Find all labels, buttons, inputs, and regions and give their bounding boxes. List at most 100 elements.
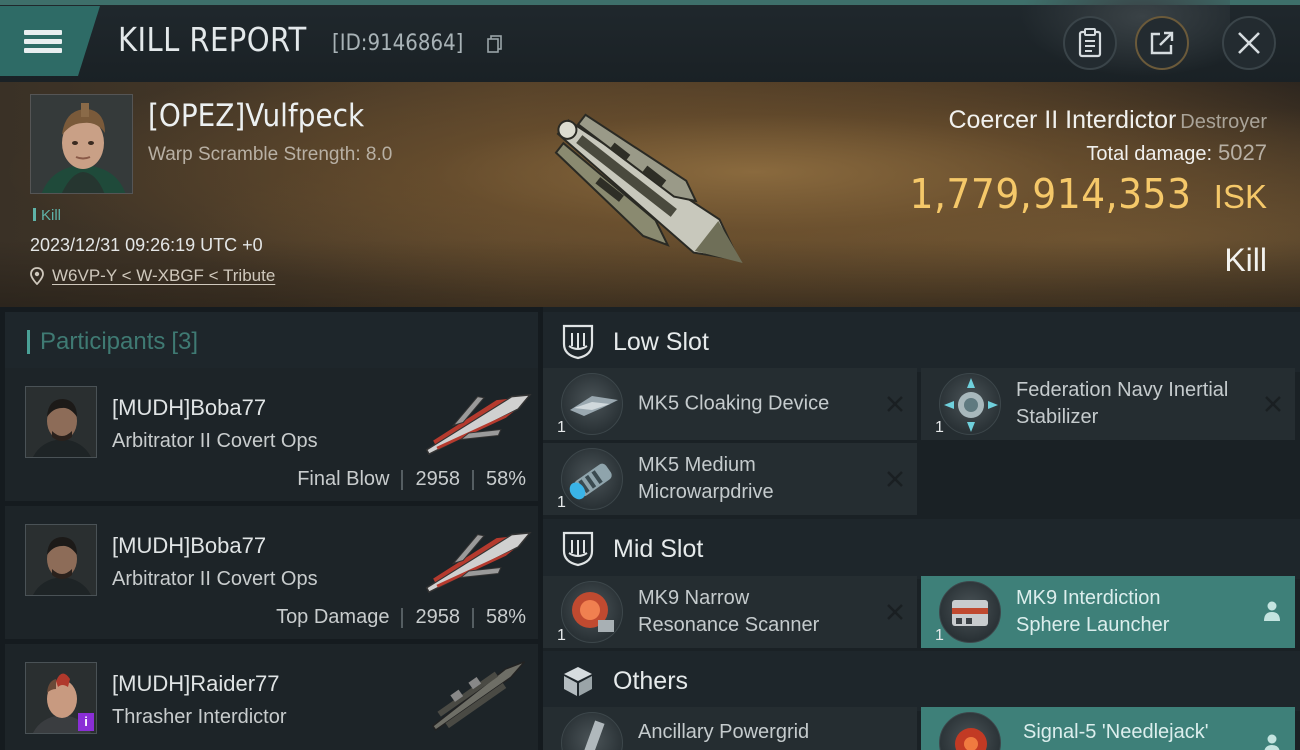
participant-role: Top Damage [276,606,390,628]
kill-tag: Kill [33,207,61,224]
outcome-label: Kill [1224,242,1267,278]
fitting-item[interactable]: 1 MK5 Cloaking Device [543,368,917,440]
participants-panel: Participants [3] [MUDH]Boba77 Arbitrator… [0,307,540,750]
item-quantity: 1 [557,494,566,511]
fitting-item[interactable]: 1 Federation Navy Inertial Stabilizer [921,368,1295,440]
fitting-item[interactable]: 1 MK5 Medium Microwarpdrive [543,443,917,515]
clipboard-icon [1078,28,1102,58]
clipboard-button[interactable] [1063,16,1117,70]
isk-value: 1,779,914,353 ISK [885,170,1267,218]
victim-ship-image[interactable] [520,88,770,298]
participant-damage: 2958 [415,468,460,490]
fitting-item[interactable]: 1 MK9 Narrow Resonance Scanner [543,576,917,648]
others-header: Others [543,651,1300,711]
ship-class: Destroyer [1180,111,1267,133]
item-name: MK5 Medium Microwarpdrive [638,454,774,503]
participants-label: Participants [40,328,166,355]
victim-portrait[interactable] [30,94,133,194]
x-icon[interactable] [1263,394,1283,414]
participant-damage: 2958 [415,606,460,628]
info-badge: i [78,713,94,731]
total-damage: Total damage: 5027 [1086,140,1267,166]
participant-role: Final Blow [297,468,390,490]
cube-icon [564,667,592,696]
share-icon [1150,31,1174,55]
header-bar: KILL REPORT [ID:9146864] [0,0,1300,82]
victim-name[interactable]: [OPEZ]Vulfpeck [148,98,364,134]
kill-location[interactable]: W6VP-Y < W-XBGF < Tribute [30,266,275,286]
participant-row[interactable]: [MUDH]Boba77 Arbitrator II Covert Ops Fi… [5,368,538,501]
powergrid-icon [561,712,623,750]
participants-header: Participants [3] [5,312,538,372]
x-icon[interactable] [885,469,905,489]
x-icon[interactable] [885,602,905,622]
item-name: Ancillary Powergrid [638,721,810,743]
item-name: MK9 Narrow Resonance Scanner [638,587,820,636]
total-damage-label: Total damage: [1086,143,1213,165]
others-label: Others [613,666,689,695]
avatar [25,386,97,458]
avatar [25,524,97,596]
microwarpdrive-icon [561,448,623,510]
copy-icon[interactable] [487,35,503,53]
participant-name[interactable]: [MUDH]Boba77 [112,533,266,559]
participant-row[interactable]: [MUDH]Boba77 Arbitrator II Covert Ops To… [5,506,538,639]
participant-ship-image[interactable] [415,516,538,606]
share-button[interactable] [1135,16,1189,70]
interdiction-launcher-icon [939,581,1001,643]
participant-percent: 58% [485,606,526,628]
header-decoration [1010,0,1230,82]
cloaking-device-icon [561,373,623,435]
location-pin-icon [30,267,44,285]
close-icon [1238,32,1260,54]
report-id: [ID:9146864] [332,31,464,56]
fitting-item-selected[interactable]: Signal-5 'Needlejack' [921,707,1295,750]
participant-name[interactable]: [MUDH]Raider77 [112,671,280,697]
ship-type-name: Coercer II Interdictor [948,106,1177,134]
isk-amount: 1,779,914,353 [909,170,1192,218]
menu-button[interactable] [0,6,100,76]
hamburger-icon [24,26,62,57]
kill-datetime: 2023/12/31 09:26:19 UTC +0 [30,235,263,255]
inertial-stabilizer-icon [939,373,1001,435]
person-icon [1264,734,1280,750]
low-slot-icon [562,324,594,360]
fitting-item[interactable]: Ancillary Powergrid [543,707,917,750]
item-quantity: 1 [935,627,944,644]
kill-tag-label: Kill [41,207,62,224]
victim-ship-name[interactable]: Coercer II Interdictor Destroyer [948,106,1267,135]
item-name: MK9 Interdiction Sphere Launcher [1016,587,1170,636]
fitting-item-selected[interactable]: 1 MK9 Interdiction Sphere Launcher [921,576,1295,648]
participant-ship-image[interactable] [415,650,538,740]
item-quantity: 1 [557,419,566,436]
victim-summary: [OPEZ]Vulfpeck Warp Scramble Strength: 8… [0,82,1300,307]
participant-ship-image[interactable] [415,378,538,468]
mid-slot-header: Mid Slot [543,519,1300,579]
low-slot-header: Low Slot [543,312,1300,372]
x-icon[interactable] [885,394,905,414]
mid-slot-icon [562,531,594,567]
item-quantity: 1 [557,627,566,644]
item-quantity: 1 [935,419,944,436]
close-button[interactable] [1222,16,1276,70]
resonance-scanner-icon [561,581,623,643]
participant-stats: Final Blow 2958 58% [297,468,526,491]
isk-unit: ISK [1213,178,1267,215]
needlejack-icon [939,712,1001,750]
item-name: MK5 Cloaking Device [638,392,830,415]
item-name: Signal-5 'Needlejack' [1023,721,1209,743]
participant-ship: Arbitrator II Covert Ops [112,568,318,590]
fitting-panel: Low Slot 1 MK5 Cloaking Device 1 Federat… [543,307,1300,750]
participants-count: [3] [171,328,199,355]
avatar: i [25,662,97,734]
person-icon [1264,601,1280,621]
location-link[interactable]: W6VP-Y < W-XBGF < Tribute [52,266,275,286]
participant-row[interactable]: i [MUDH]Raider77 Thrasher Interdictor [5,644,538,750]
total-damage-value: 5027 [1218,140,1267,165]
participant-percent: 58% [485,468,526,490]
participant-name[interactable]: [MUDH]Boba77 [112,395,266,421]
low-slot-label: Low Slot [613,327,709,356]
participant-stats: Top Damage 2958 58% [276,606,526,629]
page-title: KILL REPORT [118,20,307,59]
mid-slot-label: Mid Slot [613,534,704,563]
